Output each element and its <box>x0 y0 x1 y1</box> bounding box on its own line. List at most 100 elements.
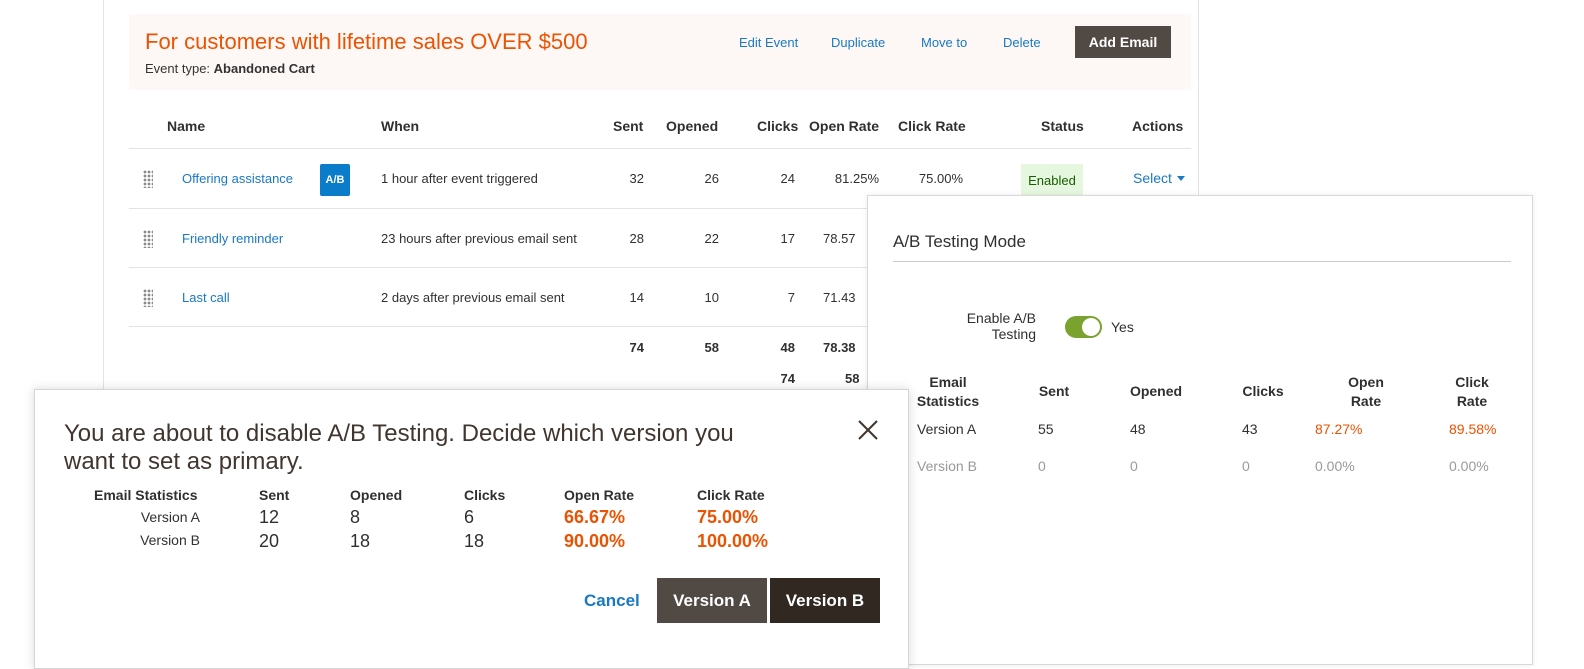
total-opened: 58 <box>704 340 719 355</box>
edit-event-link[interactable]: Edit Event <box>739 35 798 50</box>
modal-row-version: Version B <box>140 532 200 548</box>
ab-row-clicks: 43 <box>1242 421 1258 437</box>
ab-col-open-rate: Open Rate <box>1348 374 1384 409</box>
email-clicks: 7 <box>787 290 795 305</box>
total-sent: 74 <box>629 340 644 355</box>
modal-col-stats: Email Statistics <box>94 487 198 503</box>
ab-row-open-rate: 0.00% <box>1315 458 1355 474</box>
ab-col-opened: Opened <box>1129 383 1183 399</box>
subtotal-clicks: 74 <box>780 371 795 386</box>
email-name-link[interactable]: Last call <box>182 290 230 305</box>
modal-row-clicks: 6 <box>464 507 475 527</box>
ab-row-sent: 55 <box>1038 421 1054 437</box>
event-type: Event type: Abandoned Cart <box>145 61 315 76</box>
modal-title: You are about to disable A/B Testing. De… <box>64 420 734 475</box>
ab-toggle-label: Enable A/B Testing <box>966 310 1036 342</box>
modal-row-clicks: 18 <box>464 531 485 551</box>
ab-row-clicks: 0 <box>1242 458 1250 474</box>
total-clicks: 48 <box>780 340 795 355</box>
ab-col-clicks: Clicks <box>1242 383 1284 399</box>
add-email-button[interactable]: Add Email <box>1075 26 1171 58</box>
duplicate-link[interactable]: Duplicate <box>831 35 885 50</box>
event-type-value: Abandoned Cart <box>213 61 315 76</box>
ab-testing-toggle[interactable] <box>1065 316 1102 338</box>
move-to-link[interactable]: Move to <box>921 35 967 50</box>
email-opened: 22 <box>704 231 719 246</box>
email-opened: 10 <box>704 290 719 305</box>
modal-col-sent: Sent <box>259 487 290 503</box>
email-opened: 26 <box>704 171 719 186</box>
ab-badge: A/B <box>320 164 350 196</box>
ab-row-sent: 0 <box>1038 458 1046 474</box>
toggle-knob <box>1082 318 1100 336</box>
email-clicks: 24 <box>780 171 795 186</box>
col-open-rate: Open Rate <box>809 118 880 134</box>
email-sent: 28 <box>629 231 644 246</box>
modal-row-click-rate: 75.00% <box>697 507 759 527</box>
modal-col-click-rate: Click Rate <box>697 487 765 503</box>
email-open-rate: 78.57 <box>823 231 856 246</box>
ab-col-sent: Sent <box>1038 383 1070 399</box>
modal-col-clicks: Clicks <box>464 487 506 503</box>
col-sent: Sent <box>613 118 644 134</box>
modal-row-opened: 18 <box>350 531 371 551</box>
col-actions: Actions <box>1132 118 1184 134</box>
email-open-rate: 81.25% <box>834 171 879 186</box>
col-when: When <box>381 118 420 134</box>
col-status: Status <box>1041 118 1084 134</box>
email-when: 1 hour after event triggered <box>381 171 538 186</box>
total-open-rate: 78.38 <box>823 340 856 355</box>
modal-col-opened: Opened <box>350 487 403 503</box>
email-name-link[interactable]: Friendly reminder <box>182 231 283 246</box>
drag-handle-icon[interactable] <box>143 289 153 307</box>
ab-panel-divider <box>893 261 1511 262</box>
col-click-rate: Click Rate <box>898 118 966 134</box>
event-type-label: Event type: <box>145 61 211 76</box>
ab-row-open-rate: 87.27% <box>1315 421 1363 437</box>
modal-row-version: Version A <box>140 509 200 525</box>
drag-handle-icon[interactable] <box>143 230 153 248</box>
select-action-dropdown[interactable]: Select <box>1133 170 1185 186</box>
email-sent: 14 <box>629 290 644 305</box>
ab-testing-panel: A/B Testing Mode Enable A/B Testing Yes … <box>867 195 1533 665</box>
modal-row-sent: 20 <box>259 531 280 551</box>
ab-toggle-value: Yes <box>1111 319 1134 335</box>
disable-ab-modal: You are about to disable A/B Testing. De… <box>34 389 909 669</box>
ab-row-opened: 48 <box>1130 421 1146 437</box>
ab-row-click-rate: 0.00% <box>1449 458 1489 474</box>
email-sent: 32 <box>629 171 644 186</box>
delete-link[interactable]: Delete <box>1003 35 1041 50</box>
drag-handle-icon[interactable] <box>143 170 153 188</box>
modal-row-opened: 8 <box>350 507 361 527</box>
event-title: For customers with lifetime sales OVER $… <box>145 29 588 54</box>
cancel-button[interactable]: Cancel <box>584 591 640 611</box>
modal-row-open-rate: 66.67% <box>564 507 626 527</box>
ab-col-click-rate: Click Rate <box>1455 374 1489 409</box>
event-header: For customers with lifetime sales OVER $… <box>129 14 1191 90</box>
col-opened: Opened <box>666 118 719 134</box>
ab-row-version: Version B <box>917 458 977 474</box>
modal-row-click-rate: 100.00% <box>697 531 769 551</box>
status-badge: Enabled <box>1021 164 1083 196</box>
modal-row-sent: 12 <box>259 507 280 527</box>
ab-row-opened: 0 <box>1130 458 1138 474</box>
col-clicks: Clicks <box>757 118 799 134</box>
email-click-rate: 75.00% <box>918 171 963 186</box>
version-a-button[interactable]: Version A <box>657 578 767 623</box>
ab-row-click-rate: 89.58% <box>1449 421 1497 437</box>
ab-row-version: Version A <box>917 421 977 437</box>
close-icon[interactable] <box>855 417 881 443</box>
ab-panel-title: A/B Testing Mode <box>893 232 1026 251</box>
modal-col-open-rate: Open Rate <box>564 487 635 503</box>
email-name-link[interactable]: Offering assistance <box>182 171 293 186</box>
modal-row-open-rate: 90.00% <box>564 531 626 551</box>
ab-col-stats: Email Statistics <box>916 374 980 409</box>
caret-down-icon <box>1176 176 1185 181</box>
email-when: 2 days after previous email sent <box>381 290 565 305</box>
email-open-rate: 71.43 <box>823 290 856 305</box>
email-clicks: 17 <box>780 231 795 246</box>
subtotal-open-rate: 58 <box>845 371 860 386</box>
version-b-button[interactable]: Version B <box>770 578 880 623</box>
email-when: 23 hours after previous email sent <box>381 231 577 246</box>
col-name: Name <box>167 118 206 134</box>
